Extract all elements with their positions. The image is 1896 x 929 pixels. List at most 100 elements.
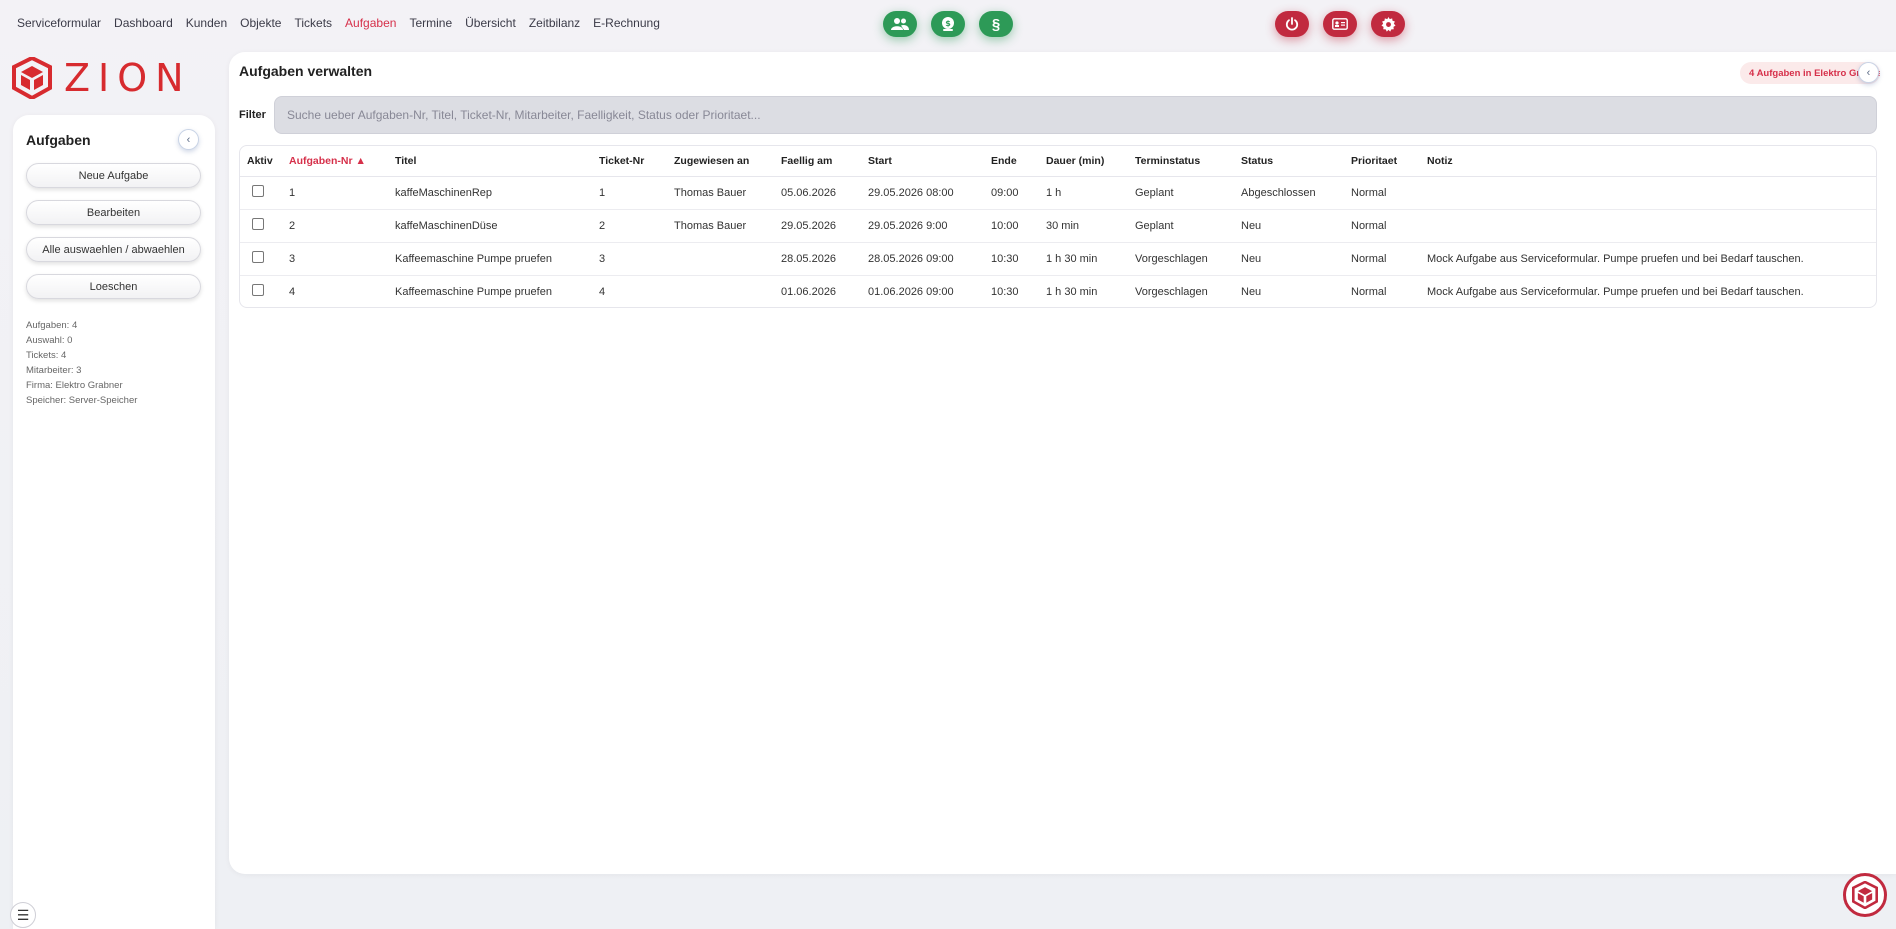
nav-objekte[interactable]: Objekte	[240, 16, 281, 30]
col-header-zugewiesen[interactable]: Zugewiesen an	[667, 146, 774, 177]
cell-ticket: 3	[592, 242, 667, 276]
col-header-titel[interactable]: Titel	[388, 146, 592, 177]
chevron-left-icon: ‹	[1866, 66, 1871, 79]
cell-prioritaet: Normal	[1344, 176, 1420, 210]
col-header-faellig[interactable]: Faellig am	[774, 146, 861, 177]
col-header-ende[interactable]: Ende	[984, 146, 1039, 177]
cell-titel: kaffeMaschinenDüse	[388, 209, 592, 243]
zion-corner-button[interactable]	[1843, 873, 1887, 917]
new-task-button[interactable]: Neue Aufgabe	[26, 163, 201, 188]
cell-zugewiesen	[667, 275, 774, 307]
cell-nr: 2	[282, 209, 388, 243]
cell-zugewiesen: Thomas Bauer	[667, 176, 774, 210]
id-card-icon	[1332, 18, 1348, 30]
money-icon: $	[942, 17, 954, 31]
cell-ticket: 4	[599, 285, 606, 298]
cell-terminstatus: Vorgeschlagen	[1128, 242, 1234, 276]
logo-text: ZION	[64, 56, 192, 100]
sidebar-title: Aufgaben	[26, 132, 91, 148]
nav-termine[interactable]: Termine	[409, 16, 452, 30]
top-navigation: Serviceformular Dashboard Kunden Objekte…	[17, 16, 660, 30]
cell-terminstatus: Geplant	[1128, 209, 1234, 243]
svg-text:$: $	[945, 19, 951, 28]
sidebar-collapse-button[interactable]: ‹	[178, 129, 199, 150]
panel-collapse-button[interactable]: ‹	[1858, 62, 1879, 83]
col-header-aufgaben-nr[interactable]: Aufgaben-Nr ▲	[282, 146, 388, 177]
cell-start: 01.06.2026 09:00	[868, 285, 954, 298]
chevron-left-icon: ‹	[186, 133, 191, 146]
cell-terminstatus: Vorgeschlagen	[1135, 285, 1208, 298]
delete-button[interactable]: Loeschen	[26, 274, 201, 299]
table-header-row: Aktiv Aufgaben-Nr ▲ Titel Ticket-Nr Zuge…	[240, 146, 1876, 177]
menu-button[interactable]: ☰	[10, 902, 36, 928]
row-checkbox[interactable]	[252, 251, 264, 263]
section-icon: §	[991, 15, 1001, 33]
table-row[interactable]: 4 Kaffeemaschine Pumpe pruefen 4 01.06.2…	[240, 275, 1876, 307]
settings-button[interactable]	[1371, 11, 1405, 37]
zion-logo: ZION	[12, 56, 192, 100]
table-row[interactable]: 2 kaffeMaschinenDüse 2 Thomas Bauer 29.0…	[240, 209, 1876, 243]
table-row[interactable]: 3 Kaffeemaschine Pumpe pruefen 3 28.05.2…	[240, 242, 1876, 276]
cell-titel: Kaffeemaschine Pumpe pruefen	[395, 285, 552, 298]
cell-notiz	[1420, 176, 1876, 210]
cell-dauer: 1 h 30 min	[1039, 242, 1128, 276]
info-employee-count: Mitarbeiter: 3	[26, 365, 82, 376]
cell-notiz	[1420, 209, 1876, 243]
cell-nr: 4	[289, 285, 296, 298]
power-button[interactable]	[1275, 11, 1309, 37]
col-header-prioritaet[interactable]: Prioritaet	[1344, 146, 1420, 177]
cell-titel: Kaffeemaschine Pumpe pruefen	[388, 242, 592, 276]
nav-aufgaben[interactable]: Aufgaben	[345, 16, 396, 30]
row-checkbox[interactable]	[252, 218, 264, 230]
cell-zugewiesen	[667, 242, 774, 276]
col-header-ticket-nr[interactable]: Ticket-Nr	[592, 146, 667, 177]
col-header-aktiv[interactable]: Aktiv	[240, 146, 282, 177]
money-button[interactable]: $	[931, 11, 965, 37]
nav-kunden[interactable]: Kunden	[186, 16, 227, 30]
info-selection-count: Auswahl: 0	[26, 335, 73, 346]
select-all-button[interactable]: Alle auswaehlen / abwaehlen	[26, 237, 201, 262]
row-checkbox[interactable]	[252, 284, 264, 297]
nav-uebersicht[interactable]: Übersicht	[465, 16, 516, 30]
filter-label: Filter	[239, 109, 266, 121]
cell-faellig: 29.05.2026	[774, 209, 861, 243]
table-row[interactable]: 1 kaffeMaschinenRep 1 Thomas Bauer 05.06…	[240, 176, 1876, 210]
cell-faellig: 01.06.2026	[781, 285, 837, 298]
nav-serviceformular[interactable]: Serviceformular	[17, 16, 101, 30]
cell-notiz: Mock Aufgabe aus Serviceformular. Pumpe …	[1420, 242, 1876, 276]
tasks-table: Aktiv Aufgaben-Nr ▲ Titel Ticket-Nr Zuge…	[239, 145, 1877, 308]
edit-button[interactable]: Bearbeiten	[26, 200, 201, 225]
cell-start: 28.05.2026 09:00	[861, 242, 984, 276]
cell-dauer: 1 h	[1039, 176, 1128, 210]
cell-faellig: 05.06.2026	[774, 176, 861, 210]
nav-zeitbilanz[interactable]: Zeitbilanz	[529, 16, 580, 30]
cell-ticket: 1	[592, 176, 667, 210]
nav-dashboard[interactable]: Dashboard	[114, 16, 173, 30]
zion-logo-icon	[12, 57, 52, 99]
cell-status: Neu	[1241, 285, 1262, 298]
filter-input[interactable]	[274, 96, 1877, 134]
info-storage: Speicher: Server-Speicher	[26, 395, 138, 406]
nav-e-rechnung[interactable]: E-Rechnung	[593, 16, 660, 30]
legal-button[interactable]: §	[979, 11, 1013, 37]
id-card-button[interactable]	[1323, 11, 1357, 37]
cell-status: Neu	[1234, 242, 1344, 276]
col-header-dauer[interactable]: Dauer (min)	[1039, 146, 1128, 177]
col-header-status[interactable]: Status	[1234, 146, 1344, 177]
col-header-terminstatus[interactable]: Terminstatus	[1128, 146, 1234, 177]
nav-tickets[interactable]: Tickets	[294, 16, 332, 30]
col-header-start[interactable]: Start	[861, 146, 984, 177]
info-company: Firma: Elektro Grabner	[26, 380, 123, 391]
cell-nr: 3	[282, 242, 388, 276]
col-header-notiz[interactable]: Notiz	[1420, 146, 1876, 177]
cell-status: Neu	[1234, 209, 1344, 243]
cell-ticket: 2	[592, 209, 667, 243]
users-button[interactable]	[883, 11, 917, 37]
cell-dauer: 1 h 30 min	[1046, 285, 1098, 298]
gear-icon	[1380, 16, 1396, 32]
cell-status: Abgeschlossen	[1234, 176, 1344, 210]
cell-ende: 10:30	[991, 285, 1019, 298]
cell-notiz: Mock Aufgabe aus Serviceformular. Pumpe …	[1427, 285, 1804, 298]
cell-faellig: 28.05.2026	[774, 242, 861, 276]
row-checkbox[interactable]	[252, 185, 264, 197]
